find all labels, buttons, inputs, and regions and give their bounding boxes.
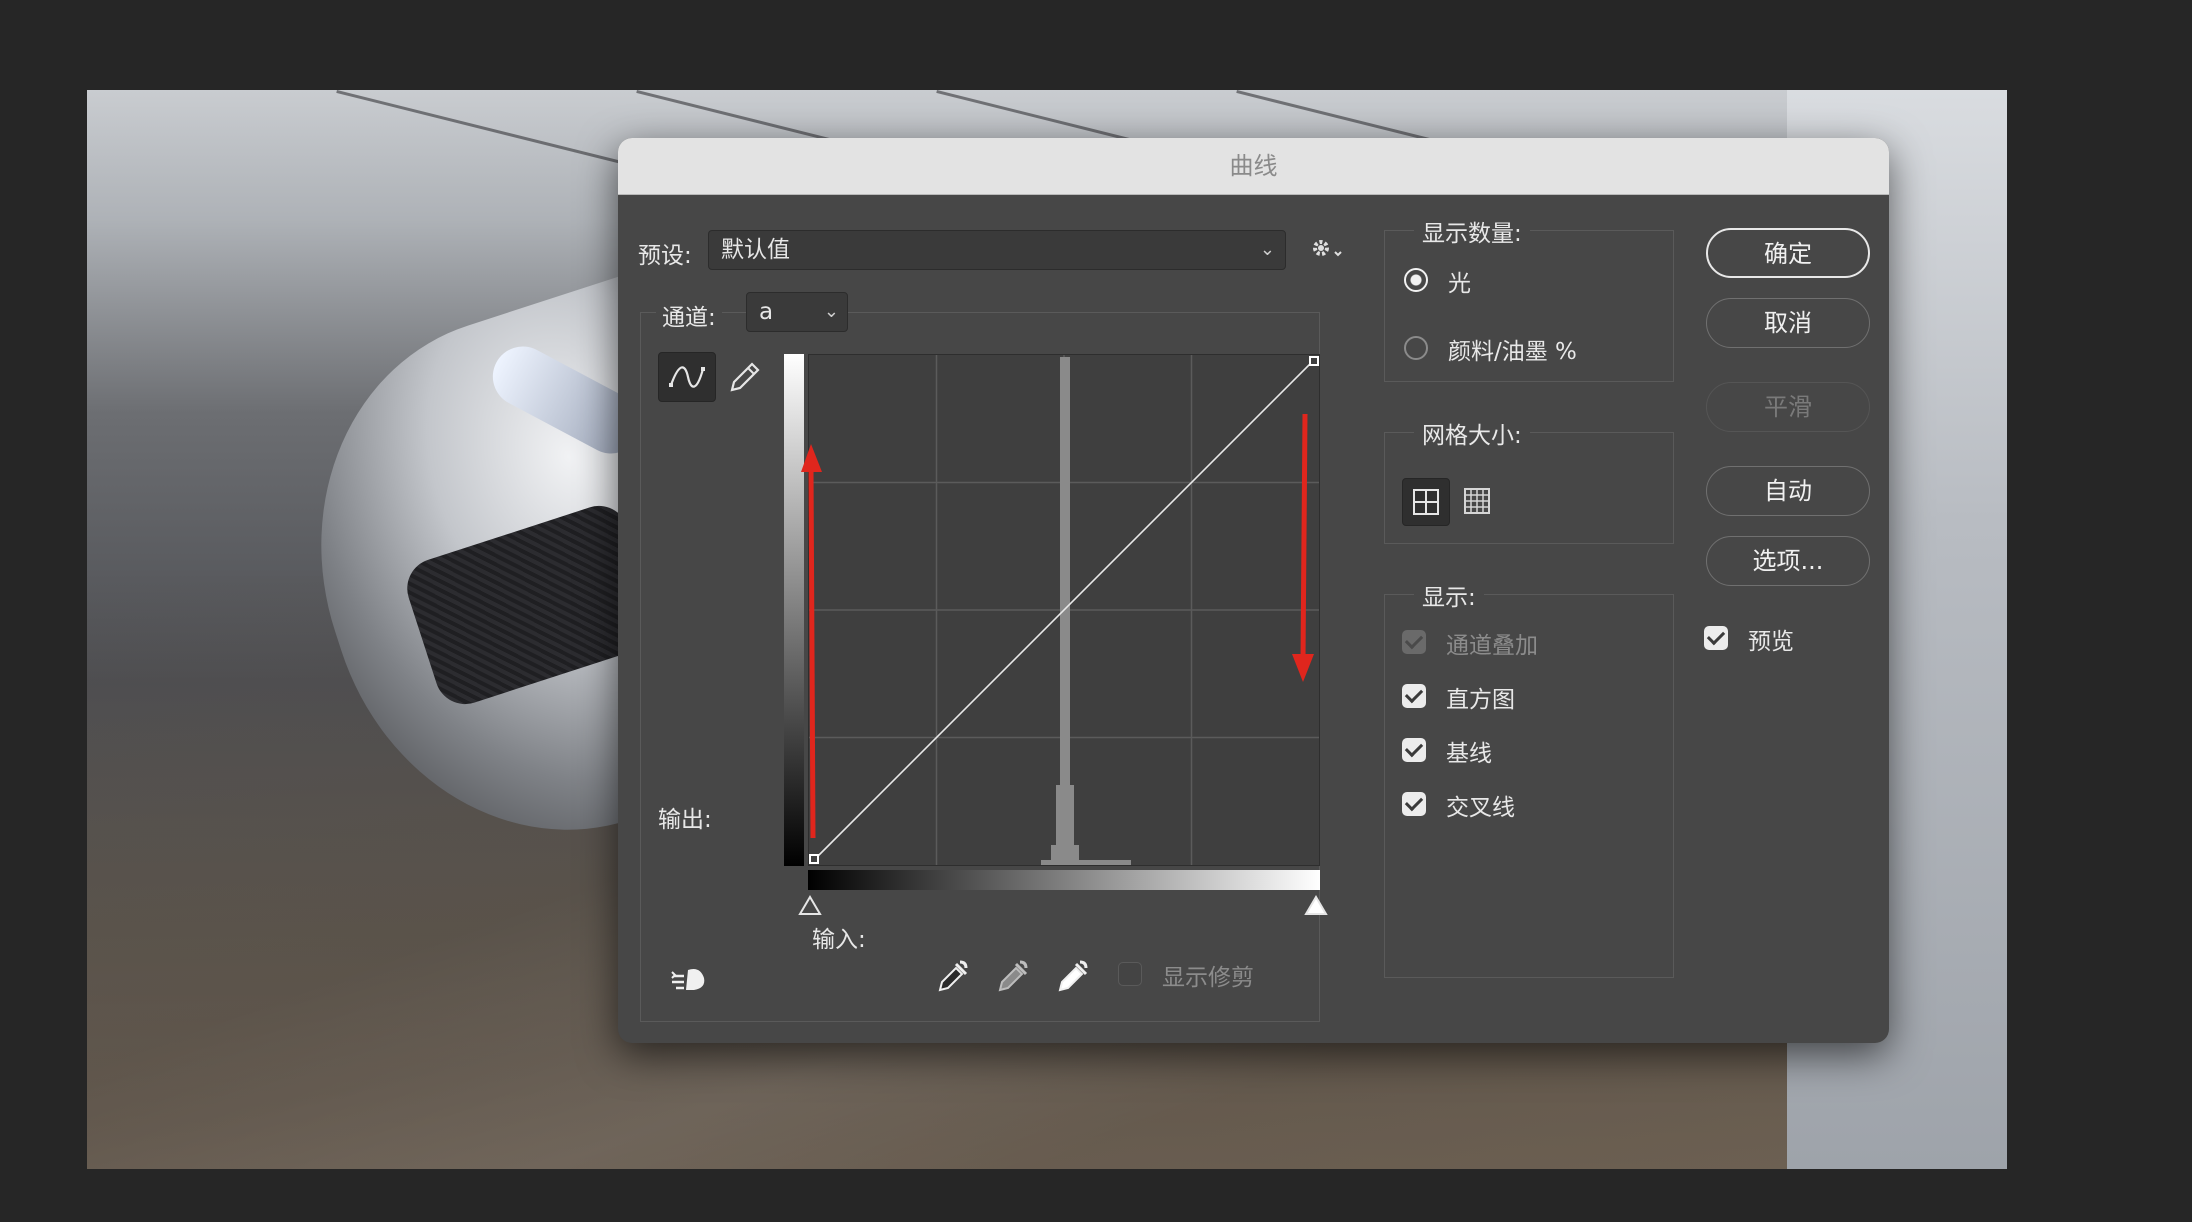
curve-tool-icon[interactable]: [658, 352, 716, 402]
auto-button[interactable]: 自动: [1706, 466, 1870, 516]
target-adjust-icon[interactable]: [668, 960, 712, 1000]
input-label: 输入:: [812, 927, 866, 953]
show-clipping-label: 显示修剪: [1162, 965, 1254, 991]
intersection-line-checkbox[interactable]: [1402, 792, 1426, 816]
curves-dialog: 曲线 预设: 默认值 ⌄ 通道: a ⌄ 输出: 输入: 显示修剪 显示数量: …: [618, 138, 1889, 1043]
output-label: 输出:: [658, 807, 712, 833]
pigment-ink-label: 颜料/油墨 %: [1448, 339, 1577, 365]
channel-value: a: [759, 299, 774, 325]
light-radio[interactable]: [1404, 268, 1428, 292]
detailed-grid-icon[interactable]: [1454, 478, 1502, 526]
annotation-up-arrow: [801, 444, 822, 839]
baseline-checkbox[interactable]: [1402, 738, 1426, 762]
gear-icon[interactable]: [1308, 234, 1344, 271]
preview-checkbox[interactable]: [1704, 626, 1728, 650]
simple-grid-icon[interactable]: [1402, 478, 1450, 526]
light-label: 光: [1448, 271, 1471, 297]
preset-label: 预设:: [638, 243, 692, 269]
preview-label: 预览: [1748, 629, 1794, 655]
options-button[interactable]: 选项...: [1706, 536, 1870, 586]
preset-value: 默认值: [721, 237, 790, 263]
white-point-slider[interactable]: [1304, 894, 1328, 916]
show-title: 显示:: [1414, 578, 1484, 612]
histogram-checkbox[interactable]: [1402, 684, 1426, 708]
channel-overlays-checkbox[interactable]: [1402, 630, 1426, 654]
smooth-button[interactable]: 平滑: [1706, 382, 1870, 432]
ok-button[interactable]: 确定: [1706, 228, 1870, 278]
show-amount-title: 显示数量:: [1414, 214, 1530, 248]
dialog-title: 曲线: [618, 138, 1889, 195]
intersection-line-label: 交叉线: [1446, 795, 1515, 821]
chevron-down-icon: ⌄: [1259, 239, 1275, 260]
input-gradient-bar: [808, 870, 1320, 890]
chevron-down-icon: ⌄: [823, 301, 839, 322]
cancel-button[interactable]: 取消: [1706, 298, 1870, 348]
grid-size-title: 网格大小:: [1414, 416, 1530, 450]
annotation-down-arrow: [1292, 413, 1314, 682]
preset-dropdown[interactable]: 默认值 ⌄: [708, 230, 1286, 270]
baseline-label: 基线: [1446, 741, 1492, 767]
pencil-icon[interactable]: [724, 356, 764, 398]
channel-dropdown[interactable]: a ⌄: [746, 292, 848, 332]
channel-overlays-label: 通道叠加: [1446, 633, 1538, 659]
gray-eyedropper-icon[interactable]: [992, 956, 1032, 996]
channel-label: 通道:: [656, 298, 722, 332]
show-clipping-checkbox[interactable]: [1118, 962, 1142, 986]
histogram: [1041, 357, 1131, 865]
pigment-ink-radio[interactable]: [1404, 336, 1428, 360]
black-point-slider[interactable]: [798, 894, 822, 916]
black-eyedropper-icon[interactable]: [932, 956, 972, 996]
curve-graph[interactable]: [808, 354, 1320, 866]
white-eyedropper-icon[interactable]: [1052, 956, 1092, 996]
histogram-label: 直方图: [1446, 687, 1515, 713]
